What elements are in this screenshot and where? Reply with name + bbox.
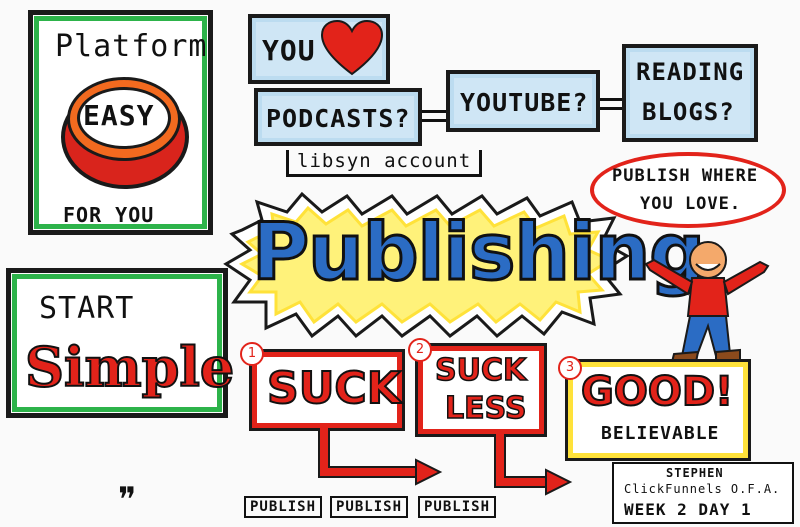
step-2-line2: LESS xyxy=(444,390,527,427)
simple-label: Simple xyxy=(24,334,235,400)
you-love-box: YOU xyxy=(248,14,390,84)
blogs-label: BLOGS? xyxy=(642,98,735,126)
step-3-line2: BELIEVABLE xyxy=(601,423,720,444)
step-1-box: SUCK xyxy=(249,349,405,431)
youtube-label: YOUTUBE? xyxy=(460,88,589,117)
quote-mark-icon: ❞ xyxy=(118,480,137,520)
step-1-badge: 1 xyxy=(240,342,264,366)
platform-box: Platform EASY FOR YOU xyxy=(28,10,213,235)
podcasts-label: PODCASTS? xyxy=(266,104,411,133)
step-1-label: SUCK xyxy=(266,362,402,415)
step-2-badge: 2 xyxy=(408,338,432,362)
connector-podcasts-youtube xyxy=(422,110,446,122)
publish-tag-2: PUBLISH xyxy=(330,496,409,518)
credit-box: STEPHEN ClickFunnels O.F.A. WEEK 2 DAY 1 xyxy=(612,462,794,524)
credit-org: ClickFunnels O.F.A. xyxy=(624,482,781,496)
arrow-head-1 xyxy=(415,458,443,486)
heart-icon xyxy=(320,20,384,76)
youtube-box: YOUTUBE? xyxy=(446,70,600,132)
step-2-box: SUCK LESS xyxy=(415,343,547,437)
you-label: YOU xyxy=(262,34,316,67)
podcasts-box: PODCASTS? xyxy=(254,88,422,146)
sketchnote-canvas: Platform EASY FOR YOU YOU PODCASTS? libs… xyxy=(0,0,800,527)
publish-tag-3: PUBLISH xyxy=(418,496,497,518)
for-you-label: FOR YOU xyxy=(63,203,155,227)
credit-name: STEPHEN xyxy=(666,466,724,480)
publish-where-line1: PUBLISH WHERE xyxy=(612,166,759,186)
platform-title: Platform xyxy=(55,29,208,64)
step-3-badge: 3 xyxy=(558,356,582,380)
reading-blogs-box: READING BLOGS? xyxy=(622,44,758,142)
arrow-head-2 xyxy=(545,468,573,496)
cheering-person-illustration xyxy=(644,241,770,364)
credit-week: WEEK 2 DAY 1 xyxy=(624,500,752,519)
start-simple-box: START Simple xyxy=(6,268,235,418)
step-3-line1: GOOD! xyxy=(580,368,734,416)
reading-label: READING xyxy=(636,58,745,86)
connector-youtube-reading xyxy=(600,98,622,110)
easy-label: EASY xyxy=(83,99,155,132)
start-label: START xyxy=(39,291,135,326)
publish-tag-1: PUBLISH xyxy=(244,496,323,518)
step-2-line1: SUCK xyxy=(434,352,527,389)
libsyn-account-label: libsyn account xyxy=(286,150,483,177)
